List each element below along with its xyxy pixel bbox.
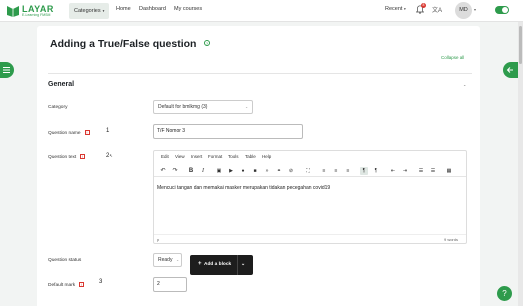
rtl-icon[interactable]: ¶ bbox=[372, 167, 380, 175]
nav-my-courses[interactable]: My courses bbox=[174, 6, 202, 12]
chevron-down-icon[interactable]: ⌄ bbox=[241, 261, 245, 267]
cursor-icon: ↖ bbox=[109, 153, 113, 158]
open-course-index-button[interactable] bbox=[0, 62, 14, 78]
recent-dropdown[interactable]: Recent ▾ bbox=[385, 6, 406, 12]
logo[interactable]: LAYAR E-Learning FMSM bbox=[6, 3, 54, 19]
media-icon[interactable]: ▶ bbox=[227, 167, 235, 175]
nav-categories[interactable]: Categories ▾ bbox=[69, 3, 110, 19]
required-icon: ! bbox=[79, 282, 85, 287]
category-value: Default for bmlkmg (3) bbox=[158, 104, 208, 110]
nav-categories-label: Categories bbox=[74, 8, 101, 14]
italic-icon[interactable]: I bbox=[199, 167, 207, 175]
menu-view[interactable]: View bbox=[175, 154, 185, 159]
annotation-3: 3 bbox=[99, 279, 103, 285]
chevron-down-icon[interactable]: ▾ bbox=[474, 7, 476, 12]
add-block-label: Add a block bbox=[204, 262, 232, 267]
required-icon: ! bbox=[80, 154, 86, 159]
link-icon[interactable]: ⚭ bbox=[275, 167, 283, 175]
default-mark-label-text: Default mark bbox=[48, 282, 76, 288]
section-general-header[interactable]: General bbox=[48, 81, 74, 88]
image-icon[interactable]: ▣ bbox=[215, 167, 223, 175]
plus-icon: + bbox=[198, 261, 202, 267]
unlink-icon[interactable]: ⊘ bbox=[287, 167, 295, 175]
redo-icon[interactable]: ↷ bbox=[171, 167, 179, 175]
collapse-all-link[interactable]: Collapse all bbox=[441, 55, 464, 60]
notification-badge: 8 bbox=[421, 3, 426, 8]
align-left-icon[interactable]: ≡ bbox=[320, 167, 328, 175]
recent-label: Recent bbox=[385, 6, 403, 12]
element-path[interactable]: p bbox=[157, 237, 159, 242]
chevron-down-icon[interactable]: ⌄ bbox=[463, 82, 466, 87]
question-text-label: Question text! bbox=[48, 154, 86, 160]
question-name-input[interactable]: T/F Nomor 3 bbox=[153, 124, 303, 139]
top-navbar: LAYAR E-Learning FMSM Categories ▾ Home … bbox=[0, 0, 523, 22]
help-fab-button[interactable]: ? bbox=[497, 286, 512, 301]
annotation-1: 1 bbox=[106, 128, 110, 134]
chevron-down-icon: ▾ bbox=[403, 7, 406, 11]
menu-format[interactable]: Format bbox=[208, 154, 222, 159]
align-center-icon[interactable]: ≡ bbox=[332, 167, 340, 175]
menu-insert[interactable]: Insert bbox=[191, 154, 202, 159]
outdent-icon[interactable]: ⇤ bbox=[389, 167, 397, 175]
ltr-icon[interactable]: ¶ bbox=[360, 167, 368, 175]
numbered-list-icon[interactable]: ☰ bbox=[429, 167, 437, 175]
question-text-editor[interactable]: Edit View Insert Format Tools Table Help… bbox=[153, 150, 467, 244]
chevron-down-icon: ▾ bbox=[102, 9, 105, 13]
question-status-value: Ready bbox=[158, 257, 173, 263]
menu-edit[interactable]: Edit bbox=[161, 154, 169, 159]
question-name-label: Question name! bbox=[48, 130, 90, 136]
default-mark-input[interactable]: 2 bbox=[153, 277, 187, 292]
annotation-2: 2↖ bbox=[106, 153, 113, 159]
question-text-label-text: Question text bbox=[48, 154, 77, 160]
brand-tagline: E-Learning FMSM bbox=[22, 13, 51, 17]
fullscreen-icon[interactable]: ⛶ bbox=[304, 167, 312, 175]
arrow-left-icon bbox=[506, 67, 513, 73]
help-icon[interactable]: ? bbox=[204, 40, 210, 46]
question-status-select[interactable]: Ready ⌄ bbox=[153, 253, 182, 267]
editor-statusbar: p 9 words bbox=[154, 234, 466, 243]
calculator-icon[interactable]: ▦ bbox=[445, 167, 453, 175]
editor-menubar: Edit View Insert Format Tools Table Help bbox=[154, 154, 466, 162]
category-label: Category bbox=[48, 105, 68, 110]
chevron-down-icon: ⌄ bbox=[245, 105, 248, 109]
bullet-list-icon[interactable]: ☰ bbox=[417, 167, 425, 175]
nav-dashboard[interactable]: Dashboard bbox=[139, 6, 166, 12]
divider bbox=[237, 255, 238, 275]
divider bbox=[48, 73, 472, 74]
indent-icon[interactable]: ⇥ bbox=[401, 167, 409, 175]
mode-toggle[interactable] bbox=[495, 6, 509, 14]
menu-icon bbox=[3, 67, 10, 73]
page-title: Adding a True/False question bbox=[50, 38, 197, 50]
logo-icon bbox=[7, 6, 19, 17]
menu-help[interactable]: Help bbox=[262, 154, 271, 159]
bold-icon[interactable]: B bbox=[187, 167, 195, 175]
video-icon[interactable]: ■ bbox=[251, 167, 259, 175]
scrollbar-thumb[interactable] bbox=[519, 26, 522, 64]
menu-table[interactable]: Table bbox=[245, 154, 256, 159]
avatar[interactable]: MD bbox=[455, 2, 472, 19]
align-right-icon[interactable]: ≡ bbox=[344, 167, 352, 175]
default-mark-label: Default mark! bbox=[48, 282, 85, 288]
question-name-label-text: Question name bbox=[48, 130, 81, 136]
main-card: Adding a True/False question ? Collapse … bbox=[37, 26, 480, 306]
question-status-label: Question status bbox=[48, 258, 82, 263]
required-icon: ! bbox=[84, 130, 90, 135]
page-scrollbar[interactable] bbox=[518, 22, 523, 306]
undo-icon[interactable]: ↶ bbox=[159, 167, 167, 175]
question-icon: ? bbox=[502, 289, 507, 298]
menu-tools[interactable]: Tools bbox=[228, 154, 239, 159]
category-select[interactable]: Default for bmlkmg (3) ⌄ bbox=[153, 100, 253, 114]
h5p-icon[interactable]: » bbox=[263, 167, 271, 175]
add-block-button[interactable]: + Add a block ⌄ bbox=[190, 255, 253, 275]
word-count[interactable]: 9 words bbox=[444, 237, 458, 242]
open-block-drawer-button[interactable] bbox=[503, 62, 518, 78]
editor-toolbar: ↶ ↷ B I ▣ ▶ ● ■ » ⚭ ⊘ ⛶ ≡ ≡ ≡ ¶ ¶ ⇤ ⇥ ☰ … bbox=[154, 166, 466, 177]
microphone-icon[interactable]: ● bbox=[239, 167, 247, 175]
chevron-down-icon: ⌄ bbox=[176, 258, 179, 262]
translate-icon[interactable]: 文A bbox=[432, 5, 442, 14]
editor-content[interactable]: Mencuci tangan dan memakai masker merupa… bbox=[157, 185, 330, 191]
nav-home[interactable]: Home bbox=[116, 6, 131, 12]
